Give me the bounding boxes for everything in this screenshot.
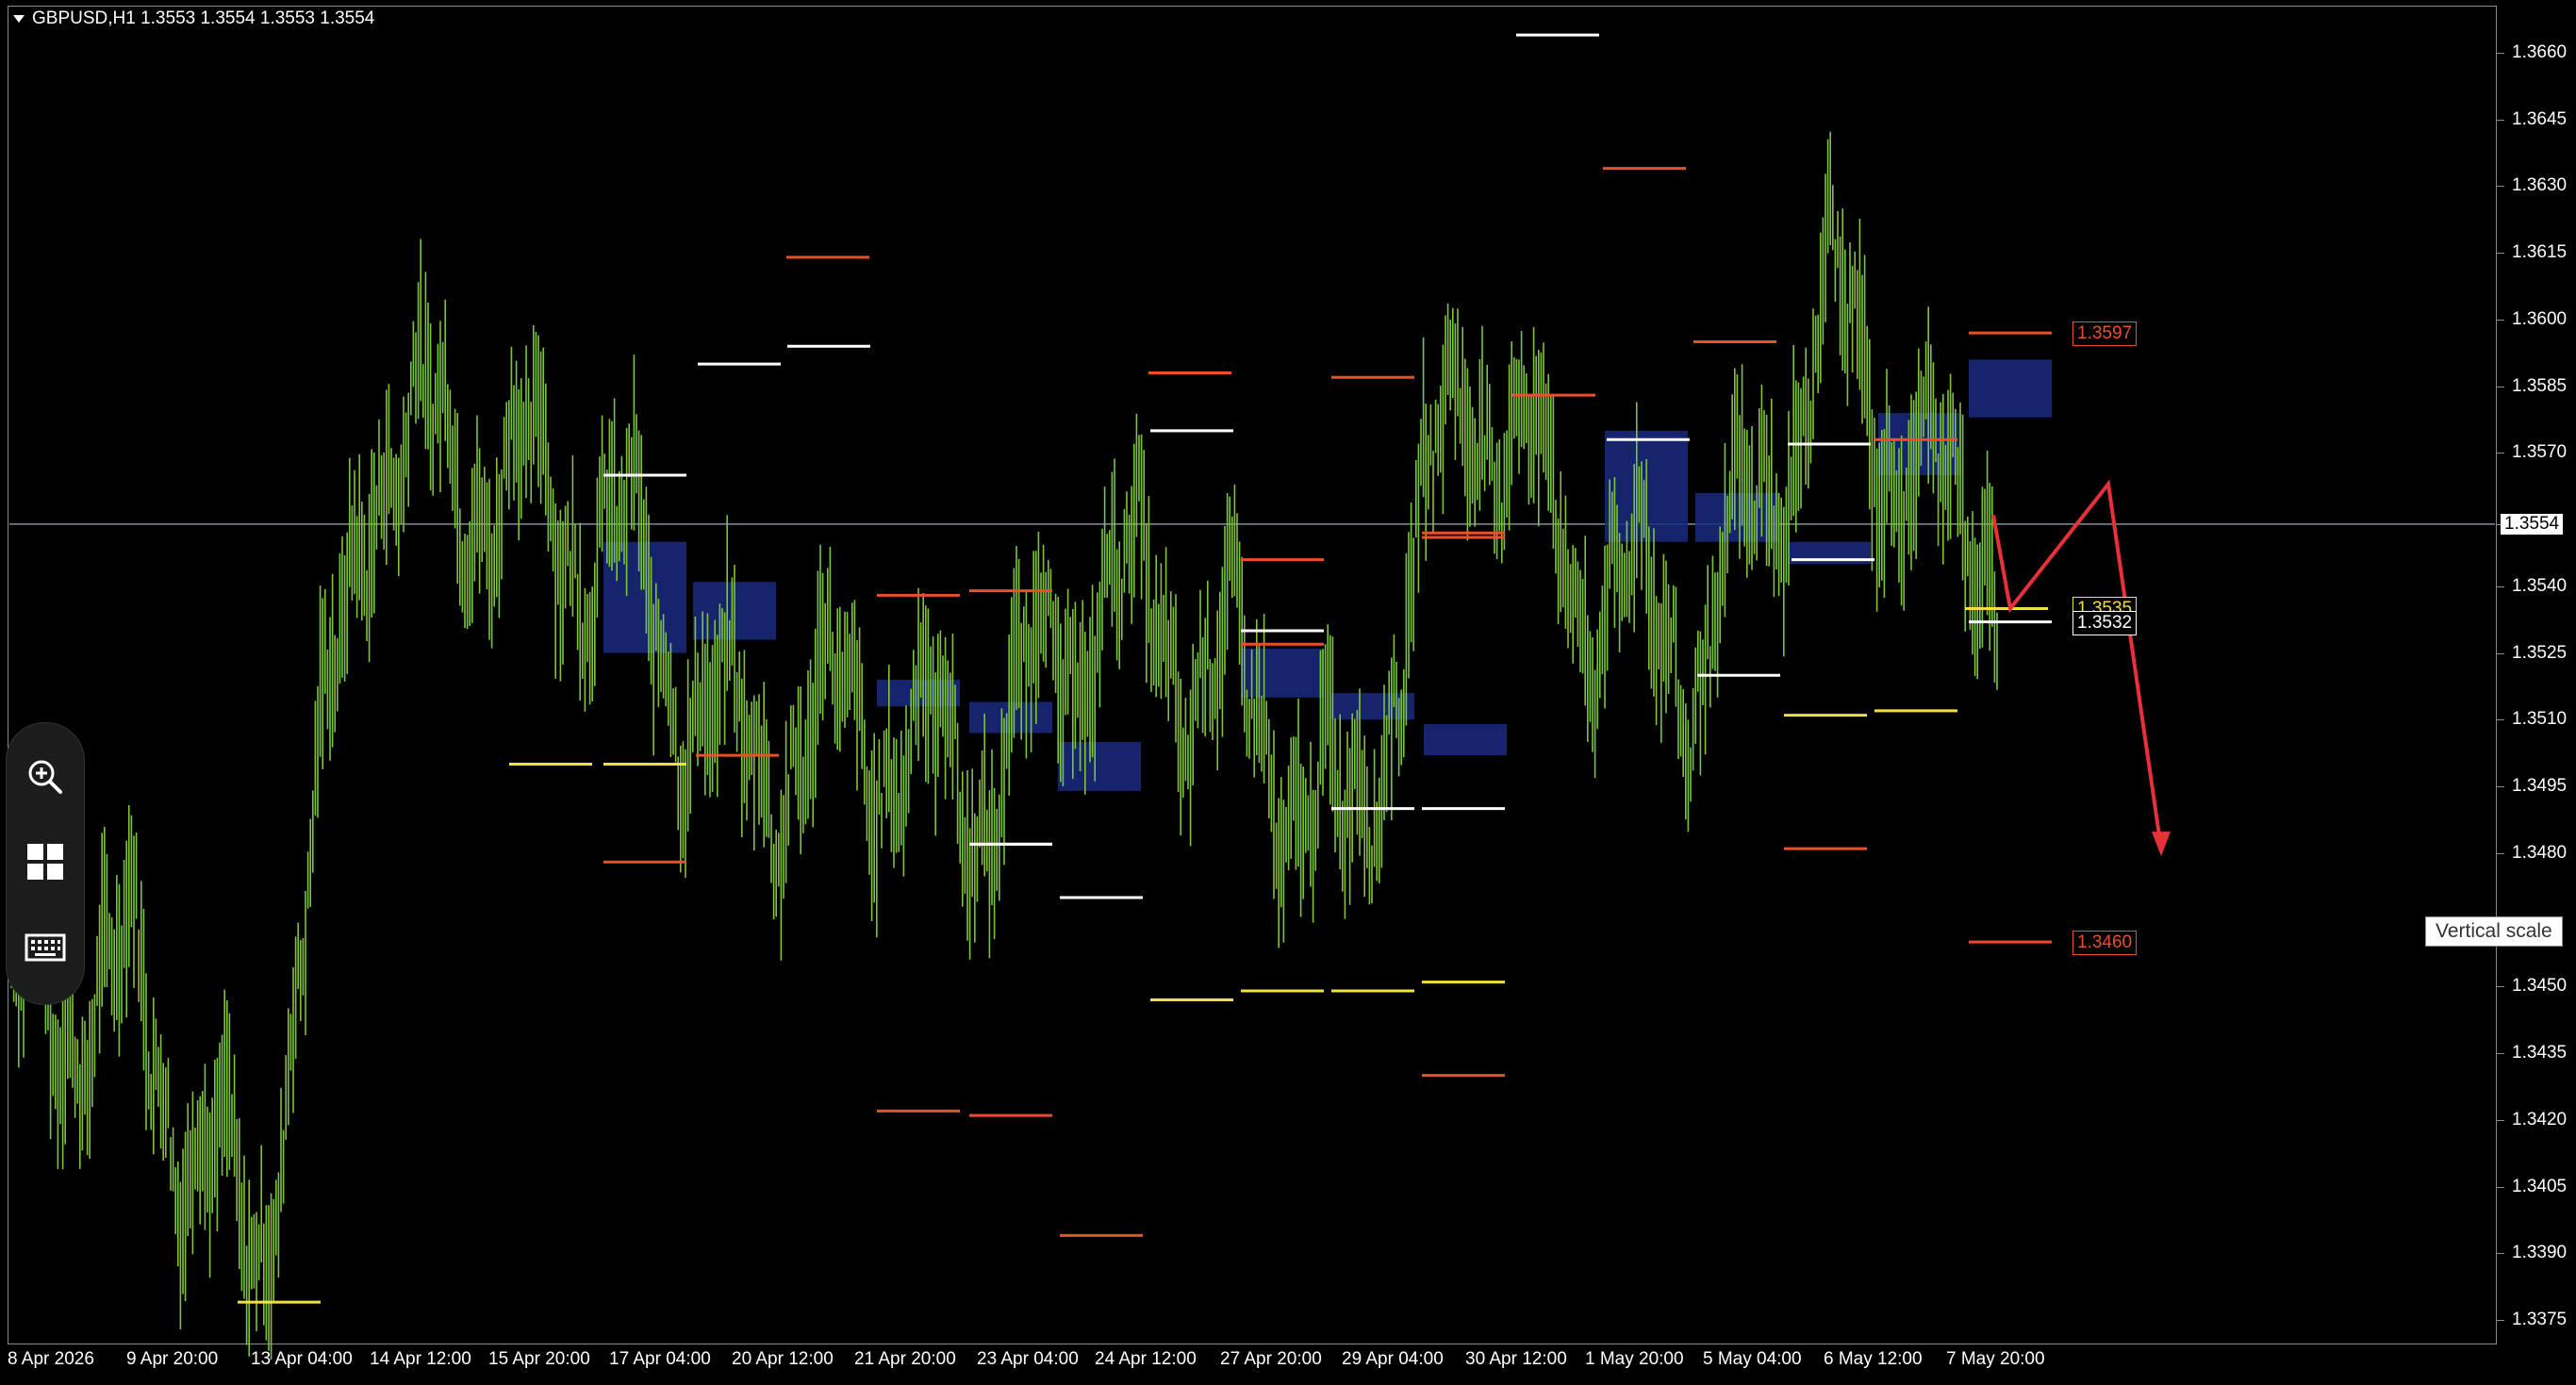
zone-box xyxy=(1969,359,2052,418)
price-axis-label: 1.3600 xyxy=(2512,308,2568,329)
price-axis-tick xyxy=(2497,253,2504,255)
price-axis-tick xyxy=(2497,1253,2504,1255)
price-chart[interactable] xyxy=(0,0,2576,1385)
time-axis-label: 23 Apr 04:00 xyxy=(977,1349,1079,1369)
price-axis-tick xyxy=(2497,852,2504,854)
time-axis-label: 13 Apr 04:00 xyxy=(251,1349,353,1369)
zone-box xyxy=(1424,724,1507,756)
time-axis-label: 21 Apr 20:00 xyxy=(854,1349,956,1369)
price-axis-label: 1.3615 xyxy=(2512,242,2568,263)
floating-toolbox xyxy=(6,722,85,1005)
price-axis-label: 1.3435 xyxy=(2512,1043,2568,1063)
price-axis-label: 1.3390 xyxy=(2512,1243,2568,1263)
price-axis-tick xyxy=(2497,1320,2504,1321)
price-axis-tick xyxy=(2497,53,2504,54)
price-axis-tick xyxy=(2497,1186,2504,1188)
time-axis-label: 5 May 04:00 xyxy=(1703,1349,1802,1369)
current-price-label: 1.3554 xyxy=(2501,513,2564,535)
zoom-in-button[interactable] xyxy=(22,753,69,800)
price-axis-label: 1.3420 xyxy=(2512,1109,2568,1129)
symbol-caption: GBPUSD,H1 1.3553 1.3554 1.3553 1.3554 xyxy=(13,8,374,29)
time-axis-label: 1 May 20:00 xyxy=(1585,1349,1684,1369)
symbol-caption-text: GBPUSD,H1 1.3553 1.3554 1.3553 1.3554 xyxy=(32,8,375,28)
keyboard-icon xyxy=(25,933,66,962)
price-axis-label: 1.3585 xyxy=(2512,375,2568,396)
price-axis-label: 1.3375 xyxy=(2512,1310,2568,1329)
time-axis-label: 24 Apr 12:00 xyxy=(1095,1349,1197,1369)
grid-layout-button[interactable] xyxy=(22,838,69,885)
price-axis-tick xyxy=(2497,186,2504,188)
time-axis-label: 30 Apr 12:00 xyxy=(1465,1349,1567,1369)
grid-layout-icon xyxy=(27,844,63,880)
price-axis-label: 1.3645 xyxy=(2512,108,2568,129)
zoom-in-icon xyxy=(28,760,62,794)
dropdown-triangle-icon[interactable] xyxy=(13,14,25,23)
price-axis-tick xyxy=(2497,1119,2504,1121)
lower-target-tag: 1.3460 xyxy=(2072,931,2138,956)
price-axis-tick xyxy=(2497,585,2504,587)
forecast-arrowhead xyxy=(2152,832,2171,857)
price-axis-tick xyxy=(2497,986,2504,988)
time-axis-label: 14 Apr 12:00 xyxy=(370,1349,471,1369)
zone-box xyxy=(1058,741,1141,791)
price-axis-label: 1.3405 xyxy=(2512,1176,2568,1196)
time-axis-label: 15 Apr 20:00 xyxy=(488,1349,590,1369)
price-axis-label: 1.3510 xyxy=(2512,709,2568,730)
white-level-tag: 1.3532 xyxy=(2072,610,2138,635)
time-axis-label: 7 May 20:00 xyxy=(1946,1349,2045,1369)
time-axis-label: 17 Apr 04:00 xyxy=(609,1349,711,1369)
upper-target-tag: 1.3597 xyxy=(2072,322,2138,347)
price-axis-tick xyxy=(2497,1053,2504,1055)
price-axis-label: 1.3660 xyxy=(2512,42,2568,62)
price-axis-tick xyxy=(2497,652,2504,654)
forecast-path xyxy=(1991,479,2163,849)
keyboard-button[interactable] xyxy=(22,923,69,970)
time-axis-label: 8 Apr 2026 xyxy=(8,1349,94,1369)
price-axis-label: 1.3495 xyxy=(2512,776,2568,797)
price-axis-label: 1.3570 xyxy=(2512,442,2568,463)
time-axis-label: 9 Apr 20:00 xyxy=(126,1349,219,1369)
price-axis-tick xyxy=(2497,319,2504,321)
time-axis-label: 6 May 12:00 xyxy=(1824,1349,1923,1369)
vertical-scale-tooltip: Vertical scale xyxy=(2425,916,2563,947)
price-axis-label: 1.3525 xyxy=(2512,642,2568,663)
price-axis-tick xyxy=(2497,119,2504,121)
price-axis-label: 1.3630 xyxy=(2512,175,2568,196)
price-axis-label: 1.3480 xyxy=(2512,842,2568,863)
price-axis-tick xyxy=(2497,786,2504,788)
zone-box xyxy=(603,541,686,653)
time-axis-label: 20 Apr 12:00 xyxy=(732,1349,834,1369)
price-axis-label: 1.3540 xyxy=(2512,575,2568,596)
time-axis-label: 27 Apr 20:00 xyxy=(1220,1349,1322,1369)
zone-box xyxy=(1241,648,1324,698)
price-axis-label: 1.3450 xyxy=(2512,976,2568,997)
time-axis-label: 29 Apr 04:00 xyxy=(1342,1349,1444,1369)
price-axis-tick xyxy=(2497,719,2504,721)
